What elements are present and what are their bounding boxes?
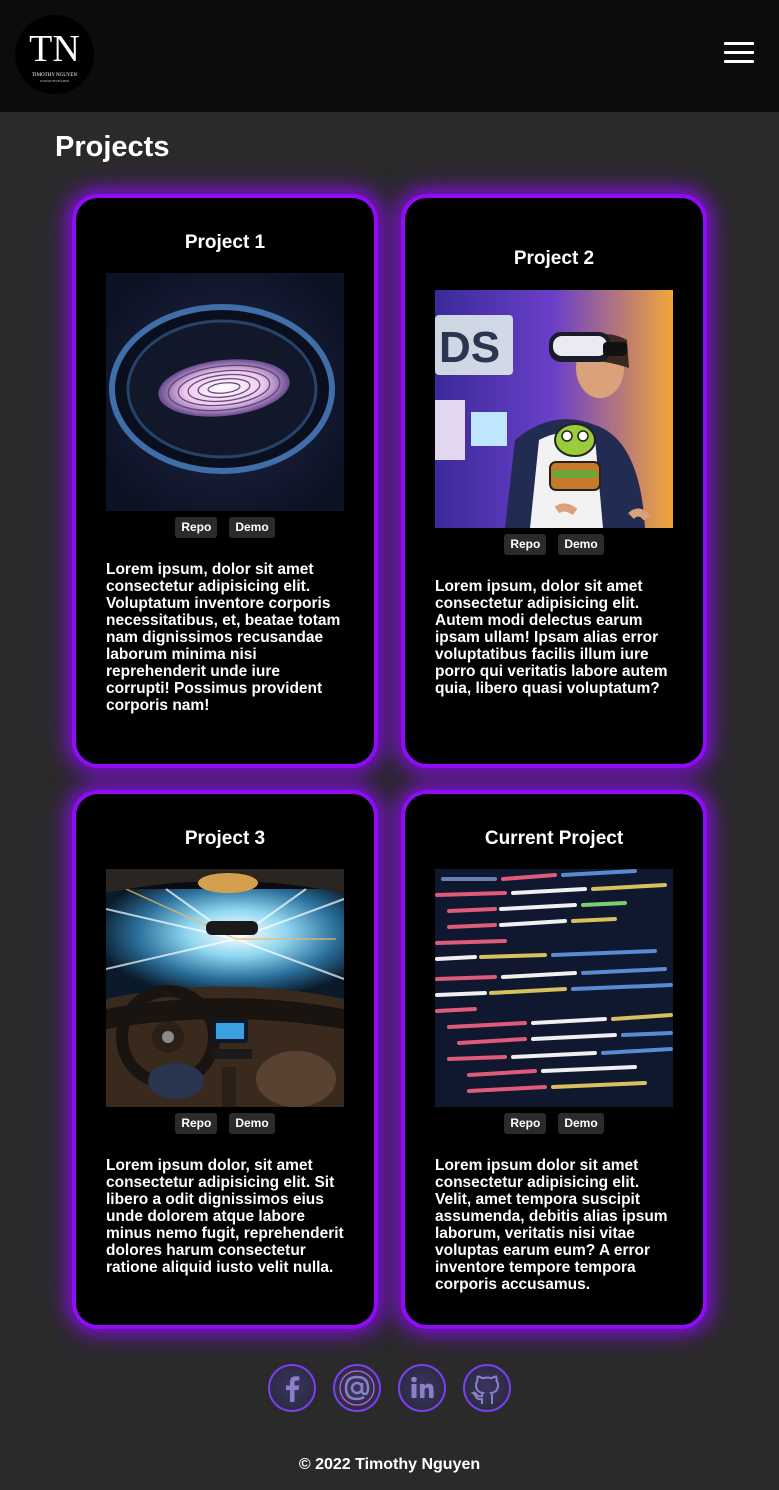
logo-name: TIMOTHY NGUYEN bbox=[32, 73, 78, 78]
repo-button[interactable]: Repo bbox=[175, 517, 218, 538]
project-description: Lorem ipsum dolor, sit amet consectetur … bbox=[106, 1157, 344, 1276]
logo[interactable]: TN TIMOTHY NGUYEN JUNIOR DEVELOPER bbox=[15, 15, 94, 94]
fingerprint-scanner-photo bbox=[106, 273, 344, 511]
github-icon[interactable] bbox=[463, 1364, 511, 1412]
code-screen-photo bbox=[435, 869, 673, 1107]
project-title: Current Project bbox=[484, 828, 624, 849]
demo-button[interactable]: Demo bbox=[229, 1113, 275, 1134]
site-header: TN TIMOTHY NGUYEN JUNIOR DEVELOPER bbox=[0, 0, 779, 112]
project-description: Lorem ipsum, dolor sit amet consectetur … bbox=[106, 561, 341, 714]
hamburger-menu-icon[interactable] bbox=[724, 42, 756, 66]
facebook-icon[interactable] bbox=[268, 1364, 316, 1412]
demo-button[interactable]: Demo bbox=[229, 517, 275, 538]
project-description: Lorem ipsum, dolor sit amet consectetur … bbox=[435, 578, 668, 697]
project-title: Project 2 bbox=[513, 248, 595, 269]
project-title: Project 3 bbox=[184, 828, 266, 849]
logo-initials: TN bbox=[29, 28, 80, 70]
demo-button[interactable]: Demo bbox=[558, 1113, 604, 1134]
project-card: Project 2 DS Repo Demo Lorem ipsum, dolo… bbox=[405, 198, 703, 764]
copyright-footer: © 2022 Timothy Nguyen bbox=[298, 1456, 481, 1473]
page-title: Projects bbox=[55, 131, 170, 163]
social-links bbox=[268, 1364, 512, 1412]
demo-button[interactable]: Demo bbox=[558, 534, 604, 555]
repo-button[interactable]: Repo bbox=[504, 1113, 547, 1134]
project-card: Current Project Repo Demo Lorem ipsum do… bbox=[405, 794, 703, 1325]
linkedin-icon[interactable] bbox=[398, 1364, 446, 1412]
logo-subtitle: JUNIOR DEVELOPER bbox=[40, 79, 69, 83]
project-card: Project 1 Repo Demo Lorem ipsum, dolor s… bbox=[76, 198, 374, 764]
vr-headset-photo: DS bbox=[435, 290, 673, 528]
repo-button[interactable]: Repo bbox=[175, 1113, 218, 1134]
car-interior-light-speed-photo bbox=[106, 869, 344, 1107]
project-description: Lorem ipsum dolor sit amet consectetur a… bbox=[435, 1157, 668, 1293]
project-card: Project 3 Repo Demo Lorem ipsum dolor, s… bbox=[76, 794, 374, 1325]
project-title: Project 1 bbox=[184, 232, 266, 253]
repo-button[interactable]: Repo bbox=[504, 534, 547, 555]
email-at-icon[interactable] bbox=[333, 1364, 381, 1412]
svg-text:DS: DS bbox=[439, 323, 500, 372]
